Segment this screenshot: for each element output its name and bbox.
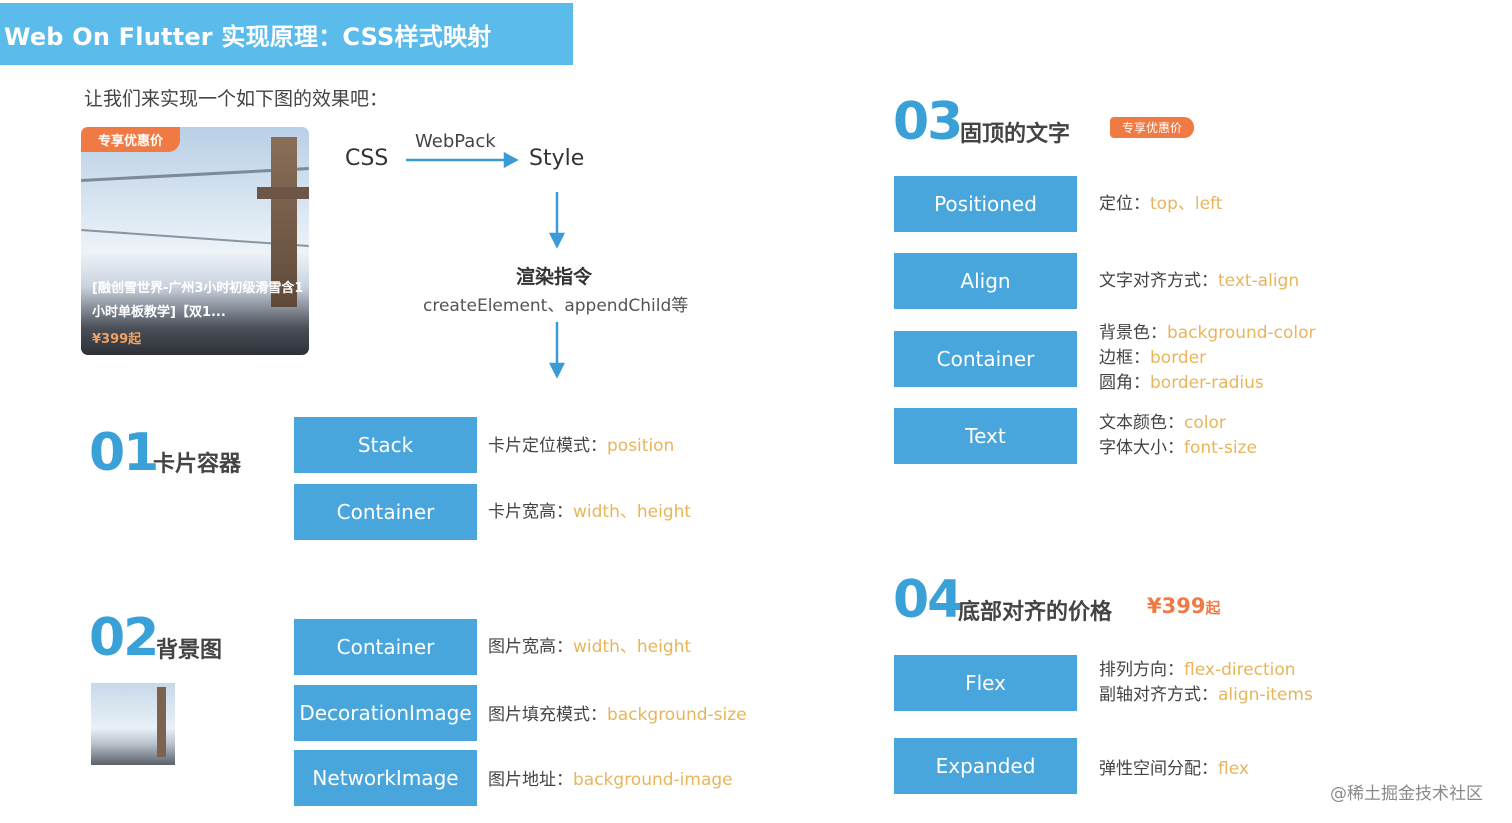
widget-desc: 图片填充模式：background-size <box>488 705 747 725</box>
background-thumbnail <box>91 683 175 765</box>
arrow-right-head <box>503 151 519 169</box>
widget-desc: 卡片宽高：width、height <box>488 502 692 522</box>
section-title: 背景图 <box>156 638 223 663</box>
widget-box-container: Container <box>894 331 1077 387</box>
widget-desc: 定位：top、left <box>1099 194 1223 214</box>
discount-badge: 专享优惠价 <box>1110 117 1194 138</box>
watermark: @稀土掘金技术社区 <box>1330 784 1483 804</box>
widget-box-container: Container <box>294 484 477 540</box>
widget-box-stack: Stack <box>294 417 477 473</box>
section-title: 固顶的文字 <box>960 122 1071 147</box>
widget-desc: 文本颜色：color 字体大小：font-size <box>1099 413 1257 458</box>
arrow-down-head <box>548 362 566 379</box>
section-title: 底部对齐的价格 <box>958 600 1113 625</box>
section-title: 卡片容器 <box>153 452 242 477</box>
widget-box-align: Align <box>894 253 1077 309</box>
section-number: 04 <box>893 570 963 630</box>
flow-render-calls: createElement、appendChild等 <box>423 296 689 316</box>
widget-desc: 排列方向：flex-direction 副轴对齐方式：align-items <box>1099 660 1313 705</box>
widget-box-decoration-image: DecorationImage <box>294 685 477 741</box>
widget-box-expanded: Expanded <box>894 738 1077 794</box>
price-sample: ¥399起 <box>1147 594 1221 618</box>
widget-box-flex: Flex <box>894 655 1077 711</box>
widget-box-text: Text <box>894 408 1077 464</box>
widget-box-container: Container <box>294 619 477 675</box>
widget-box-network-image: NetworkImage <box>294 750 477 806</box>
arrow-down-head <box>548 232 566 249</box>
section-number: 02 <box>89 608 159 668</box>
widget-desc: 背景色：background-color 边框：border 圆角：border… <box>1099 323 1316 393</box>
section-number: 01 <box>89 423 159 483</box>
widget-desc: 图片地址：background-image <box>488 770 733 790</box>
flow-render-title: 渲染指令 <box>516 266 593 288</box>
widget-box-positioned: Positioned <box>894 176 1077 232</box>
widget-desc: 弹性空间分配：flex <box>1099 759 1249 779</box>
widget-desc: 文字对齐方式：text-align <box>1099 271 1300 291</box>
widget-desc: 图片宽高：width、height <box>488 637 692 657</box>
section-number: 03 <box>893 92 963 152</box>
widget-desc: 卡片定位模式：position <box>488 436 675 456</box>
